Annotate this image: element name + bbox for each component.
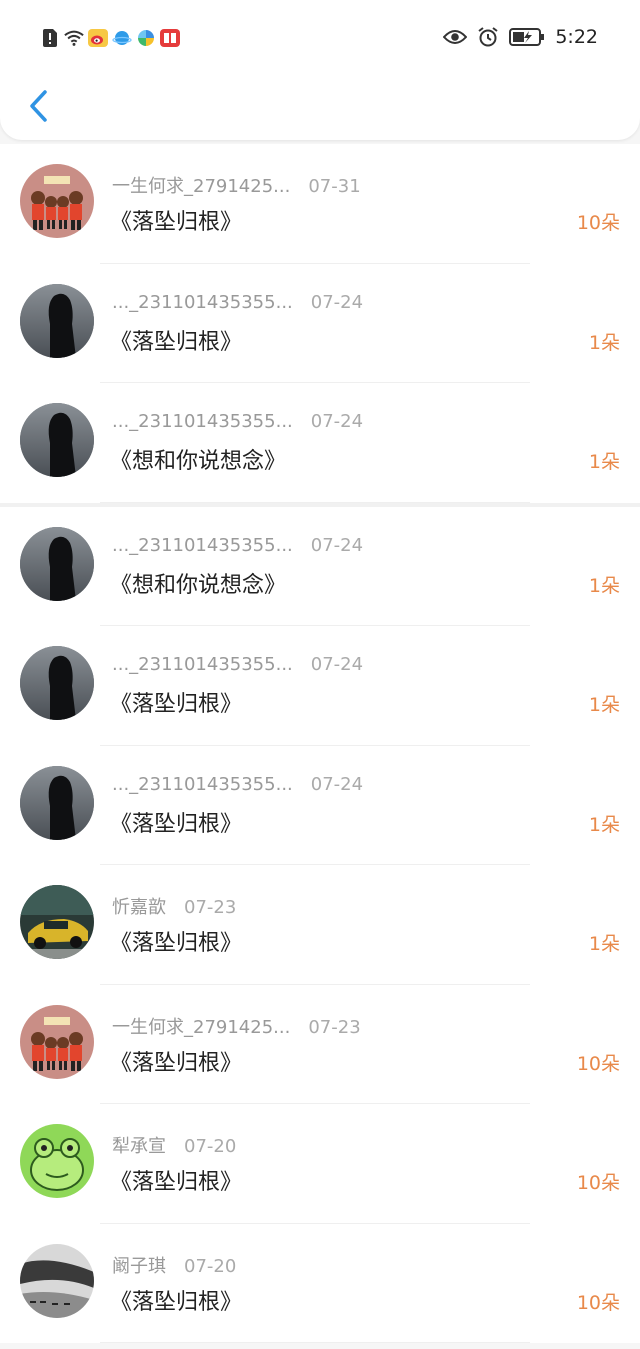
sender-name: ..._231101435355... 07-24 <box>112 774 363 795</box>
status-icons-left <box>40 28 180 48</box>
sender-name: ..._231101435355... 07-24 <box>112 654 363 675</box>
sender-name: 一生何求_2791425... 07-31 <box>112 172 361 198</box>
work-title: 《落坠归根》 <box>110 1050 243 1076</box>
work-title: 《落坠归根》 <box>110 210 243 235</box>
status-icons-right: 5:22 <box>443 26 598 48</box>
divider <box>100 501 530 503</box>
avatar[interactable] <box>20 403 94 477</box>
flower-count: 1朵 <box>588 813 620 836</box>
back-button[interactable] <box>18 84 58 128</box>
work-title: 《落坠归根》 <box>110 1170 243 1195</box>
sender-name-text: ..._231101435355... <box>112 411 293 432</box>
send-date: 07-24 <box>310 411 364 432</box>
work-title: 《落坠归根》 <box>110 931 243 956</box>
work-title: 《想和你说想念》 <box>110 449 287 474</box>
work-title: 《落坠归根》 <box>110 692 243 717</box>
divider <box>100 1342 530 1343</box>
sender-name: 犁承宣 07-20 <box>112 1132 236 1158</box>
sender-name: 忻嘉歆 07-23 <box>112 893 236 919</box>
sender-name: ..._231101435355... 07-24 <box>112 292 363 313</box>
flower-count: 10朵 <box>576 1172 620 1194</box>
sender-name-text: 一生何求_2791425... <box>112 1016 291 1038</box>
clock-time: 5:22 <box>555 26 598 48</box>
weibo-icon <box>88 28 108 48</box>
chevron-left-icon <box>30 90 47 122</box>
list-item[interactable]: 阚子琪 07-20 《落坠归根》 10朵 <box>0 1223 640 1343</box>
wifi-icon <box>64 28 84 48</box>
alert-icon <box>40 28 60 48</box>
avatar[interactable] <box>20 885 94 959</box>
sender-name: ..._231101435355... 07-24 <box>112 411 363 432</box>
battery-icon <box>509 27 545 47</box>
send-date: 07-31 <box>308 176 361 197</box>
send-date: 07-23 <box>184 897 237 918</box>
send-date: 07-24 <box>310 534 364 556</box>
status-bar: 5:22 <box>0 22 640 58</box>
avatar[interactable] <box>20 1124 94 1198</box>
flower-count: 10朵 <box>576 1052 620 1075</box>
sender-name-text: 忻嘉歆 <box>112 897 166 918</box>
avatar[interactable] <box>20 164 94 238</box>
list-item[interactable]: ..._231101435355... 07-24 《落坠归根》 1朵 <box>0 626 640 746</box>
avatar[interactable] <box>20 526 94 601</box>
sender-name: 阚子琪 07-20 <box>112 1252 236 1278</box>
work-title: 《落坠归根》 <box>110 329 243 355</box>
send-date: 07-24 <box>310 291 364 313</box>
flower-count: 10朵 <box>576 1291 620 1314</box>
reader-icon <box>160 28 180 48</box>
top-bar: 5:22 <box>0 0 640 140</box>
list-item[interactable]: ..._231101435355... 07-24 《落坠归根》 1朵 <box>0 745 640 865</box>
sender-name-text: 一生何求_2791425... <box>112 176 291 197</box>
pinwheel-icon <box>136 28 156 48</box>
send-date: 07-20 <box>184 1255 237 1277</box>
avatar[interactable] <box>20 765 94 840</box>
sender-name-text: ..._231101435355... <box>112 654 293 675</box>
avatar[interactable] <box>20 283 94 358</box>
sender-name: 一生何求_2791425... 07-23 <box>112 1013 361 1039</box>
flower-count: 1朵 <box>588 574 620 597</box>
flower-count: 10朵 <box>576 212 620 234</box>
gift-record-list: 一生何求_2791425... 07-31 《落坠归根》 10朵 ..._2311… <box>0 144 640 1343</box>
list-item[interactable]: 犁承宣 07-20 《落坠归根》 10朵 <box>0 1104 640 1224</box>
send-date: 07-23 <box>308 1016 361 1038</box>
flower-count: 1朵 <box>588 933 620 955</box>
send-date: 07-20 <box>184 1136 237 1157</box>
sender-name-text: ..._231101435355... <box>112 773 293 795</box>
list-item[interactable]: 忻嘉歆 07-23 《落坠归根》 1朵 <box>0 865 640 985</box>
send-date: 07-24 <box>310 654 364 675</box>
list-item[interactable]: ..._231101435355... 07-24 《想和你说想念》 1朵 <box>0 506 640 626</box>
sender-name-text: ..._231101435355... <box>112 291 293 313</box>
avatar[interactable] <box>20 1243 94 1318</box>
flower-count: 1朵 <box>588 331 620 354</box>
qq-browser-icon <box>112 28 132 48</box>
alarm-icon <box>477 27 499 47</box>
eye-icon <box>443 27 468 47</box>
flower-count: 1朵 <box>588 694 620 716</box>
work-title: 《落坠归根》 <box>110 811 243 837</box>
flower-count: 1朵 <box>588 451 620 473</box>
work-title: 《落坠归根》 <box>110 1289 243 1315</box>
avatar[interactable] <box>20 646 94 720</box>
avatar[interactable] <box>20 1004 94 1079</box>
list-item[interactable]: ..._231101435355... 07-24 《落坠归根》 1朵 <box>0 263 640 383</box>
work-title: 《想和你说想念》 <box>110 572 287 598</box>
send-date: 07-24 <box>310 773 364 795</box>
list-item[interactable]: 一生何求_2791425... 07-31 《落坠归根》 10朵 <box>0 144 640 264</box>
list-item[interactable]: 一生何求_2791425... 07-23 《落坠归根》 10朵 <box>0 984 640 1104</box>
list-item[interactable]: ..._231101435355... 07-24 《想和你说想念》 1朵 <box>0 383 640 507</box>
sender-name-text: ..._231101435355... <box>112 534 293 556</box>
sender-name-text: 阚子琪 <box>112 1255 166 1277</box>
sender-name-text: 犁承宣 <box>112 1136 166 1157</box>
sender-name: ..._231101435355... 07-24 <box>112 535 363 556</box>
